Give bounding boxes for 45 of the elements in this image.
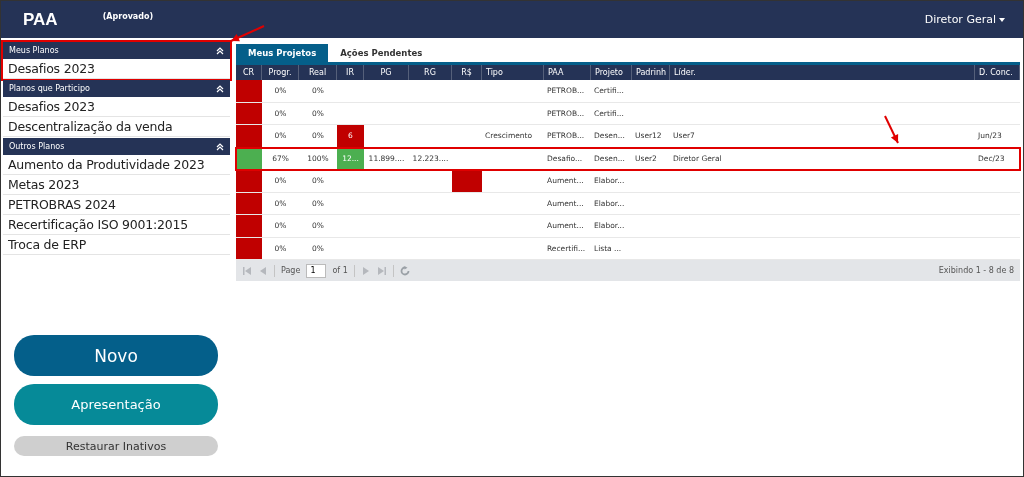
column-header[interactable]: IR: [337, 65, 364, 80]
plan-item[interactable]: Metas 2023: [3, 175, 230, 195]
last-page-icon[interactable]: [376, 265, 387, 276]
plan-item[interactable]: Desafios 2023: [3, 97, 230, 117]
app-title: PAA: [23, 9, 58, 30]
collapse-icon: [216, 84, 224, 93]
section-header[interactable]: Meus Planos: [3, 42, 230, 59]
plan-item[interactable]: Desafios 2023: [3, 59, 230, 79]
column-header[interactable]: Líder.: [670, 65, 975, 80]
plan-item[interactable]: Recertificação ISO 9001:2015: [3, 215, 230, 235]
plan-item[interactable]: Aumento da Produtividade 2023: [3, 155, 230, 175]
column-header[interactable]: D. Conc.: [975, 65, 1020, 80]
page-count: of 1: [332, 266, 348, 275]
annotation-arrow: [884, 114, 899, 144]
column-header[interactable]: Projeto: [591, 65, 632, 80]
new-button[interactable]: Novo: [14, 335, 218, 376]
plan-status: (Aprovado): [102, 12, 154, 21]
first-page-icon[interactable]: [242, 265, 252, 276]
collapse-icon: [216, 46, 224, 55]
column-header[interactable]: R$: [452, 65, 482, 80]
previous-page-icon[interactable]: [258, 265, 268, 276]
tab[interactable]: Meus Projetos: [236, 44, 329, 62]
plan-item[interactable]: Descentralização da venda: [3, 117, 230, 137]
collapse-icon: [216, 142, 224, 151]
user-menu[interactable]: Diretor Geral: [924, 13, 1005, 26]
column-header[interactable]: Padrinh: [632, 65, 670, 80]
plan-item[interactable]: PETROBRAS 2024: [3, 195, 230, 215]
page-field[interactable]: 1: [306, 263, 327, 278]
column-header[interactable]: PG: [364, 65, 409, 80]
plan-item[interactable]: Troca de ERP: [3, 235, 230, 255]
page-label: Page: [281, 266, 301, 275]
column-header[interactable]: Real: [299, 65, 337, 80]
column-header[interactable]: PAA: [544, 65, 591, 80]
presentation-button[interactable]: Apresentação: [14, 384, 218, 425]
annotation-arrow: [230, 25, 265, 42]
section-header[interactable]: Outros Planos: [3, 138, 230, 155]
restore-button[interactable]: Restaurar Inativos: [14, 436, 218, 456]
caret-icon: [999, 17, 1005, 22]
column-header[interactable]: Progr.: [262, 65, 299, 80]
section-header[interactable]: Planos que Participo: [3, 80, 230, 97]
column-header[interactable]: RG: [409, 65, 452, 80]
next-page-icon[interactable]: [360, 265, 371, 276]
column-header[interactable]: Tipo: [482, 65, 544, 80]
record-summary: Exibindo 1 - 8 de 8: [938, 266, 1014, 275]
refresh-icon[interactable]: [399, 265, 410, 276]
